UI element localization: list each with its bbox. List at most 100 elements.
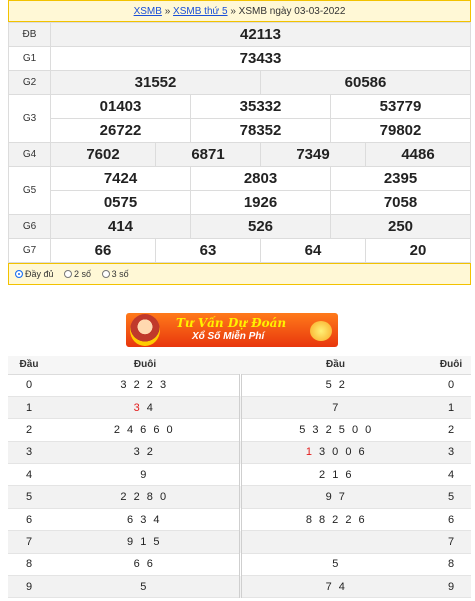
prize-row-g3: G3 01403 35332 53779 xyxy=(8,94,471,143)
table-row: 5 2 2 8 0 9 7 5 xyxy=(8,485,471,509)
prize-row-g2: G2 31552 60586 xyxy=(8,70,471,95)
digit-text: 1 xyxy=(25,401,33,414)
option-3-digits[interactable]: 3 số xyxy=(101,269,129,279)
digit-text: 2 xyxy=(25,423,33,436)
digit-text: 3 0 0 6 xyxy=(313,446,367,459)
digit-text: 3 xyxy=(25,446,33,459)
duoi-cell: 6 6 xyxy=(50,553,240,577)
prize-row-g5: G5 7424 2803 2395 xyxy=(8,166,471,215)
prize-number: 73433 xyxy=(50,46,471,71)
dau-cell: 6 xyxy=(8,508,50,532)
digit-text: 2 xyxy=(447,423,455,436)
digit-text: 5 xyxy=(447,491,455,504)
coin-icon xyxy=(310,321,332,341)
loto-table: Đầu Đuôi Đầu Đuôi 0 3 2 2 3 5 2 0 1 3 4 7 1 2 2 4… xyxy=(8,356,471,599)
breadcrumb-link-xsmb-thu5[interactable]: XSMB thứ 5 xyxy=(173,6,228,17)
loto-header-row: Đầu Đuôi Đầu Đuôi xyxy=(8,356,471,375)
results-table: ĐB 42113 G1 73433 G2 31552 60586 G3 0140… xyxy=(8,22,471,263)
prize-number: 526 xyxy=(190,214,331,239)
digit-text: 4 xyxy=(447,468,455,481)
option-full[interactable]: Đầy đủ xyxy=(15,269,54,279)
banner-title: Tư Vấn Dự Đoán xyxy=(176,316,287,330)
digit-text: 6 xyxy=(25,513,33,526)
loto-table-panel: Đầu Đuôi Đầu Đuôi 0 3 2 2 3 5 2 0 1 3 4 7 1 2 2 4… xyxy=(8,356,471,599)
digit-text: 8 8 2 2 6 xyxy=(305,513,367,526)
dau-cell: 5 xyxy=(8,485,50,509)
table-row: 8 6 6 5 8 xyxy=(8,553,471,577)
duoi-right-cell: 1 xyxy=(431,396,471,420)
highlighted-digit: 3 xyxy=(133,401,142,414)
digit-text: 5 3 2 5 0 0 xyxy=(299,423,374,436)
digit-text: 2 1 6 xyxy=(319,468,354,481)
radio-selected-icon[interactable] xyxy=(15,270,23,278)
prize-number: 01403 xyxy=(50,94,191,119)
prize-number: 78352 xyxy=(190,118,331,143)
duoi-cell: 2 4 6 6 0 xyxy=(50,418,240,442)
results-panel: XSMB » XSMB thứ 5 » XSMB ngày 03-03-2022… xyxy=(8,0,471,285)
dau-right-cell xyxy=(238,530,431,554)
digit-text: 4 xyxy=(25,468,33,481)
option-2-digits[interactable]: 2 số xyxy=(64,269,91,279)
header-dau: Đầu xyxy=(8,356,50,375)
duoi-cell: 3 2 xyxy=(50,441,240,465)
prize-number: 1926 xyxy=(190,190,331,215)
prize-number: 6871 xyxy=(155,142,261,167)
highlighted-digit: 1 xyxy=(305,446,314,459)
prize-label: G7 xyxy=(8,238,51,263)
radio-icon[interactable] xyxy=(101,270,110,278)
prize-number: 7349 xyxy=(260,142,366,167)
prize-number: 2395 xyxy=(330,166,471,191)
digit-text: 5 2 xyxy=(325,379,347,392)
digit-text: 4 xyxy=(141,401,155,414)
dau-right-cell: 5 xyxy=(238,553,431,577)
duoi-cell: 2 2 8 0 xyxy=(50,485,240,509)
option-3-label: 3 số xyxy=(111,269,129,279)
breadcrumb-current: XSMB ngày 03-03-2022 xyxy=(238,6,346,17)
dau-cell: 1 xyxy=(8,396,50,420)
dau-cell: 0 xyxy=(8,374,50,397)
prize-number: 7058 xyxy=(330,190,471,215)
breadcrumb: XSMB » XSMB thứ 5 » XSMB ngày 03-03-2022 xyxy=(8,0,471,22)
duoi-right-cell: 3 xyxy=(431,441,471,465)
digit-text: 5 xyxy=(140,580,149,593)
dau-cell: 4 xyxy=(8,463,50,487)
table-row: 0 3 2 2 3 5 2 0 xyxy=(8,374,471,397)
header-dau-right: Đầu xyxy=(240,356,431,375)
dau-right-cell: 1 3 0 0 6 xyxy=(238,441,431,465)
table-row: 7 9 1 5 7 xyxy=(8,530,471,554)
prize-label: ĐB xyxy=(8,22,51,47)
dau-right-cell: 8 8 2 2 6 xyxy=(238,508,431,532)
prize-label: G5 xyxy=(8,166,51,215)
digit-text: 6 xyxy=(447,513,455,526)
prize-label: G6 xyxy=(8,214,51,239)
header-duoi-right: Đuôi xyxy=(431,356,471,375)
radio-icon[interactable] xyxy=(64,270,73,278)
duoi-cell: 9 xyxy=(50,463,240,487)
digit-text: 0 xyxy=(447,379,455,392)
duoi-right-cell: 2 xyxy=(431,418,471,442)
breadcrumb-link-xsmb[interactable]: XSMB xyxy=(134,6,162,17)
digit-text: 9 7 xyxy=(325,491,347,504)
dau-cell: 2 xyxy=(8,418,50,442)
digit-text: 1 xyxy=(447,401,455,414)
digit-text: 7 xyxy=(25,535,33,548)
dau-cell: 3 xyxy=(8,441,50,465)
duoi-cell: 5 xyxy=(50,575,240,599)
dau-right-cell: 5 2 xyxy=(238,374,431,397)
prize-label: G3 xyxy=(8,94,51,143)
digit-text: 8 xyxy=(447,558,455,571)
digit-text: 7 4 xyxy=(325,580,347,593)
prize-number: 64 xyxy=(260,238,366,263)
banner-subtitle: Xổ Số Miễn Phí xyxy=(192,331,265,342)
prize-row-g1: G1 73433 xyxy=(8,46,471,71)
digit-text: 9 1 5 xyxy=(127,535,162,548)
header-duoi: Đuôi xyxy=(50,356,240,375)
promo-banner[interactable]: Tư Vấn Dự Đoán Xổ Số Miễn Phí xyxy=(126,313,338,347)
mascot-icon xyxy=(130,314,160,346)
breadcrumb-separator: » xyxy=(227,6,239,17)
option-full-label: Đầy đủ xyxy=(25,269,54,279)
digit-text: 6 3 4 xyxy=(127,513,162,526)
dau-cell: 8 xyxy=(8,553,50,577)
prize-number: 26722 xyxy=(50,118,191,143)
prize-number: 250 xyxy=(330,214,471,239)
